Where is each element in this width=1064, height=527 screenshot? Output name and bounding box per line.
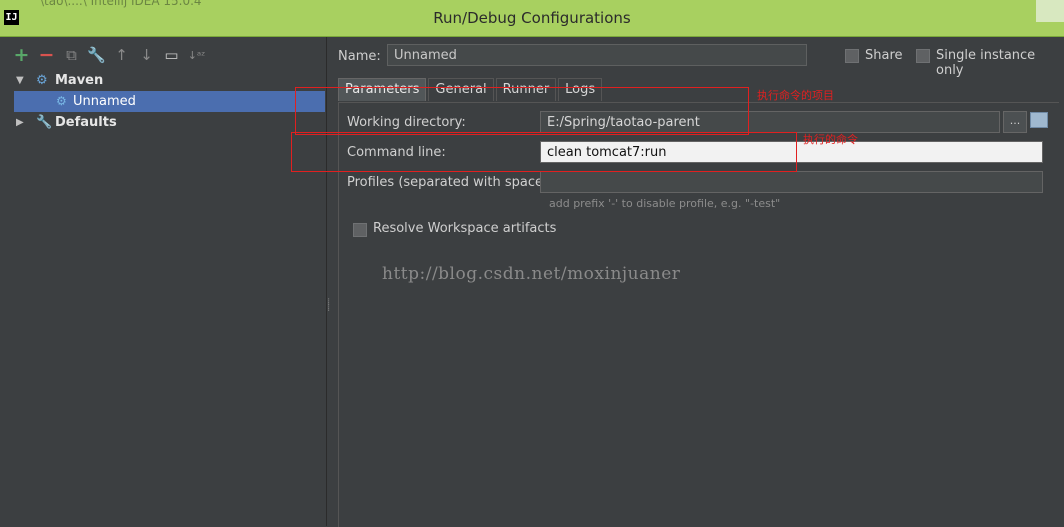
share-checkbox[interactable] [845,49,859,63]
single-instance-label: Single instance only [936,48,1036,78]
profiles-hint: add prefix '-' to disable profile, e.g. … [549,197,781,210]
profiles-input[interactable] [540,171,1043,193]
configurations-sidebar: + − ⧉ 🔧 ↑ ↓ ▭ ↓ᵃᶻ ▼ ⚙ Maven ⚙ Unnamed ▶ … [0,37,327,526]
tree-item-label: Unnamed [73,94,136,109]
wrench-icon: 🔧 [36,115,53,130]
annotation-command-note: 执行的命令 [803,133,858,146]
share-label: Share [865,48,903,63]
name-label: Name: [338,49,381,64]
window-title: Run/Debug Configurations [433,9,631,27]
tree-item-label: Maven [55,73,104,88]
remove-configuration-button[interactable]: − [37,44,56,66]
window-close-area[interactable] [1036,0,1064,22]
folder-icon[interactable]: ▭ [162,46,181,65]
maven-config-icon: ⚙ [56,94,67,108]
maven-gear-icon: ⚙ [36,73,48,88]
edit-defaults-icon[interactable]: 🔧 [87,46,106,65]
tree-item-label: Defaults [55,115,117,130]
configurations-tree: ▼ ⚙ Maven ⚙ Unnamed ▶ 🔧 Defaults [14,70,326,133]
move-up-icon[interactable]: ↑ [112,46,131,65]
configurations-toolbar: + − ⧉ 🔧 ↑ ↓ ▭ ↓ᵃᶻ [12,44,206,66]
copy-configuration-icon[interactable]: ⧉ [62,46,81,65]
move-down-icon[interactable]: ↓ [137,46,156,65]
tree-item-defaults[interactable]: ▶ 🔧 Defaults [14,112,326,133]
annotation-box-command [291,132,797,172]
title-bar: \tao\....\ Intellij IDEA 15.0.4 IJ Run/D… [0,0,1064,37]
module-folder-icon[interactable] [1030,112,1048,128]
resolve-workspace-label: Resolve Workspace artifacts [373,221,557,236]
tree-item-unnamed[interactable]: ⚙ Unnamed [14,91,325,112]
single-instance-checkbox[interactable] [916,49,930,63]
sort-alphabetically-icon[interactable]: ↓ᵃᶻ [187,46,206,65]
blog-watermark: http://blog.csdn.net/moxinjuaner [382,264,681,284]
resolve-workspace-checkbox[interactable] [353,223,367,237]
background-window-text: \tao\....\ Intellij IDEA 15.0.4 [40,0,202,8]
annotation-project-note: 执行命令的项目 [757,89,834,102]
browse-button[interactable]: ... [1003,111,1027,133]
tree-item-maven[interactable]: ▼ ⚙ Maven [14,70,326,91]
annotation-box-project [295,87,749,135]
name-input[interactable]: Unnamed [387,44,807,66]
add-configuration-button[interactable]: + [12,44,31,66]
profiles-label: Profiles (separated with space): [347,175,553,190]
expand-arrow-icon[interactable]: ▼ [16,70,24,91]
collapse-arrow-icon[interactable]: ▶ [16,112,24,133]
panel-splitter-handle[interactable]: ⁞ ⁞ [327,298,331,320]
